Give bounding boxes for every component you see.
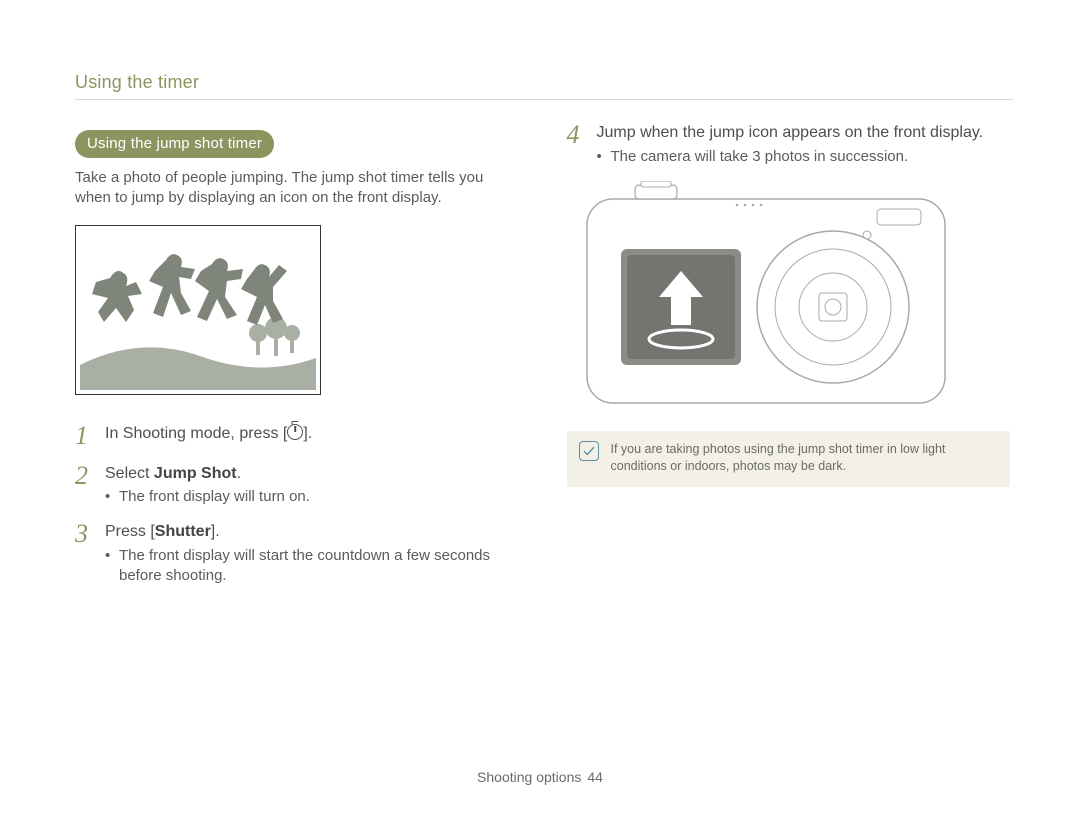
step-1-post: ]. [303, 425, 312, 442]
step-text: Press [Shutter]. The front display will … [105, 521, 519, 586]
step-4-text: Jump when the jump icon appears on the f… [597, 124, 984, 141]
two-column-layout: Using the jump shot timer Take a photo o… [75, 130, 1010, 600]
jumping-photo-frame [75, 225, 321, 395]
step-3-bullets: The front display will start the countdo… [105, 546, 519, 587]
step-3: 3 Press [Shutter]. The front display wil… [75, 521, 519, 586]
step-number: 4 [567, 122, 585, 167]
step-1-pre: In Shooting mode, press [ [105, 425, 287, 442]
footer-page-number: 44 [587, 769, 603, 785]
step-text: In Shooting mode, press []. [105, 423, 312, 449]
left-column: Using the jump shot timer Take a photo o… [75, 130, 519, 600]
step-number: 1 [75, 423, 93, 449]
step-3-post: ]. [211, 523, 220, 540]
note-icon [579, 441, 599, 461]
step-2-post: . [237, 465, 241, 482]
page-footer: Shooting options 44 [0, 769, 1080, 785]
page-content: Using the timer Using the jump shot time… [75, 72, 1010, 600]
note-box: If you are taking photos using the jump … [567, 431, 1011, 487]
step-number: 2 [75, 463, 93, 508]
step-3-pre: Press [ [105, 523, 155, 540]
bullet-item: The front display will start the countdo… [105, 546, 519, 587]
step-4: 4 Jump when the jump icon appears on the… [567, 122, 1011, 167]
timer-icon [287, 424, 303, 440]
camera-front-illustration [581, 181, 951, 411]
section-pill: Using the jump shot timer [75, 130, 274, 158]
steps-list-right: 4 Jump when the jump icon appears on the… [567, 122, 1011, 167]
step-2-bullets: The front display will turn on. [105, 487, 310, 507]
intro-paragraph: Take a photo of people jumping. The jump… [75, 168, 495, 209]
header-rule [75, 99, 1013, 100]
jumping-silhouette-image [80, 230, 316, 390]
step-text: Select Jump Shot. The front display will… [105, 463, 310, 508]
step-3-bold: Shutter [155, 523, 211, 540]
page-title: Using the timer [75, 72, 1010, 93]
step-number: 3 [75, 521, 93, 586]
bullet-item: The camera will take 3 photos in success… [597, 147, 984, 167]
step-text: Jump when the jump icon appears on the f… [597, 122, 984, 167]
step-2: 2 Select Jump Shot. The front display wi… [75, 463, 519, 508]
step-1: 1 In Shooting mode, press []. [75, 423, 519, 449]
note-text: If you are taking photos using the jump … [611, 442, 946, 473]
steps-list-left: 1 In Shooting mode, press []. 2 Select J… [75, 423, 519, 587]
footer-section: Shooting options [477, 769, 581, 785]
step-2-pre: Select [105, 465, 154, 482]
step-4-bullets: The camera will take 3 photos in success… [597, 147, 984, 167]
bullet-item: The front display will turn on. [105, 487, 310, 507]
right-column: 4 Jump when the jump icon appears on the… [567, 130, 1011, 600]
step-2-bold: Jump Shot [154, 465, 237, 482]
